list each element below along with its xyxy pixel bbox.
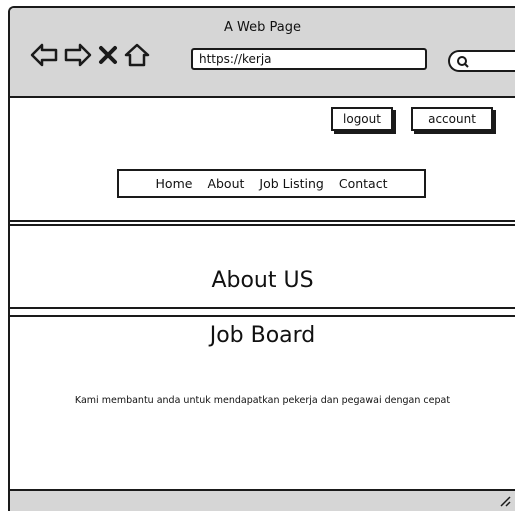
address-bar[interactable]: https://kerja xyxy=(191,48,427,70)
search-field[interactable] xyxy=(448,50,515,72)
about-title: About US xyxy=(211,268,314,293)
menu-item-about[interactable]: About xyxy=(207,176,244,191)
forward-arrow-icon[interactable] xyxy=(64,42,92,68)
status-bar xyxy=(10,489,515,511)
logout-button[interactable]: logout xyxy=(331,107,393,131)
site-header: logout account Home About Job Listing Co… xyxy=(10,98,515,222)
menu-item-home[interactable]: Home xyxy=(156,176,193,191)
job-board-section: Job Board Kami membantu anda untuk menda… xyxy=(10,315,515,491)
job-board-title: Job Board xyxy=(209,323,316,348)
menu-item-contact[interactable]: Contact xyxy=(339,176,388,191)
browser-window: A Web Page https://kerja logout account xyxy=(8,6,515,511)
resize-grip-icon[interactable] xyxy=(497,492,511,511)
menu-item-job-listing[interactable]: Job Listing xyxy=(259,176,323,191)
job-board-description: Kami membantu anda untuk mendapatkan pek… xyxy=(74,395,451,406)
browser-chrome: A Web Page https://kerja xyxy=(10,8,515,98)
close-icon[interactable] xyxy=(98,42,118,68)
window-title: A Web Page xyxy=(224,20,301,35)
main-menu: Home About Job Listing Contact xyxy=(117,169,426,198)
home-icon[interactable] xyxy=(124,42,150,68)
about-section: About US xyxy=(10,224,515,309)
back-arrow-icon[interactable] xyxy=(30,42,58,68)
nav-controls xyxy=(30,42,150,68)
account-button[interactable]: account xyxy=(411,107,493,131)
